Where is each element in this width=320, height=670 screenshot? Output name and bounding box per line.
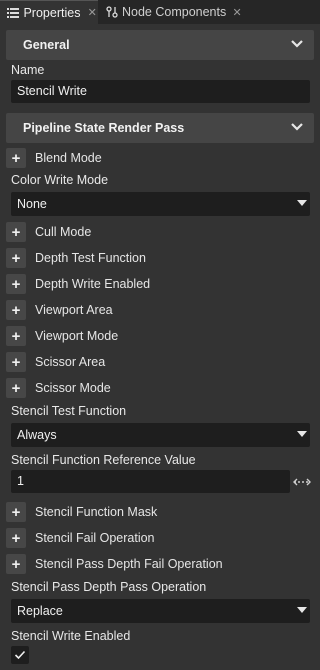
property-label: Scissor Mode (35, 381, 111, 395)
add-depth-test-function-button[interactable]: + (6, 248, 26, 268)
name-label: Name (11, 63, 45, 77)
close-icon[interactable]: ✕ (86, 7, 98, 19)
property-label: Depth Write Enabled (35, 277, 151, 291)
property-row-depth-test-function: + Depth Test Function (6, 248, 314, 268)
stencil-pass-depth-pass-label: Stencil Pass Depth Pass Operation (11, 580, 207, 594)
tab-bar: Properties ✕ Node Components ✕ (0, 0, 320, 24)
add-cull-mode-button[interactable]: + (6, 222, 26, 242)
components-icon (106, 5, 118, 19)
property-row-cull-mode: + Cull Mode (6, 222, 314, 242)
list-icon (6, 6, 19, 20)
property-row-stencil-pass-depth-fail-operation: + Stencil Pass Depth Fail Operation (6, 554, 314, 574)
drag-arrows-icon[interactable] (292, 475, 312, 489)
stencil-write-enabled-checkbox[interactable] (11, 646, 29, 664)
property-label: Blend Mode (35, 151, 102, 165)
tab-label: Node Components (122, 5, 227, 19)
property-label: Stencil Fail Operation (35, 531, 155, 545)
property-row-stencil-function-mask: + Stencil Function Mask (6, 502, 314, 522)
chevron-down-icon (291, 40, 303, 48)
add-stencil-pass-depth-fail-operation-button[interactable]: + (6, 554, 26, 574)
property-row-blend-mode: + Blend Mode (6, 148, 314, 168)
tab-label: Properties (23, 5, 81, 20)
property-row-stencil-fail-operation: + Stencil Fail Operation (6, 528, 314, 548)
color-write-mode-label: Color Write Mode (11, 173, 109, 187)
dropdown-arrow-icon (297, 431, 307, 437)
add-depth-write-enabled-button[interactable]: + (6, 274, 26, 294)
property-row-scissor-mode: + Scissor Mode (6, 378, 314, 398)
stencil-ref-value-label: Stencil Function Reference Value (11, 453, 196, 467)
property-label: Scissor Area (35, 355, 106, 369)
stencil-test-function-dropdown[interactable]: Always (11, 423, 310, 447)
add-stencil-fail-operation-button[interactable]: + (6, 528, 26, 548)
property-row-viewport-area: + Viewport Area (6, 300, 314, 320)
property-label: Viewport Area (35, 303, 113, 317)
property-row-depth-write-enabled: + Depth Write Enabled (6, 274, 314, 294)
color-write-mode-dropdown[interactable]: None (11, 192, 310, 216)
section-title: General (23, 38, 70, 52)
property-label: Depth Test Function (35, 251, 146, 265)
chevron-down-icon (291, 123, 303, 131)
add-blend-mode-button[interactable]: + (6, 148, 26, 168)
property-row-viewport-mode: + Viewport Mode (6, 326, 314, 346)
add-viewport-area-button[interactable]: + (6, 300, 26, 320)
dropdown-value: None (17, 197, 47, 211)
checkmark-icon (14, 650, 26, 660)
dropdown-value: Replace (17, 604, 63, 618)
stencil-ref-value-field[interactable]: 1 (11, 470, 290, 493)
add-stencil-function-mask-button[interactable]: + (6, 502, 26, 522)
tab-node-components[interactable]: Node Components ✕ (100, 0, 242, 24)
field-value: 1 (17, 474, 24, 488)
name-field[interactable]: Stencil Write (11, 80, 310, 103)
property-label: Viewport Mode (35, 329, 119, 343)
property-row-scissor-area: + Scissor Area (6, 352, 314, 372)
add-scissor-area-button[interactable]: + (6, 352, 26, 372)
property-label: Cull Mode (35, 225, 92, 239)
section-header-pipeline-state-render-pass[interactable]: Pipeline State Render Pass (6, 113, 314, 143)
dropdown-value: Always (17, 428, 57, 442)
add-scissor-mode-button[interactable]: + (6, 378, 26, 398)
section-header-general[interactable]: General (6, 30, 314, 60)
section-title: Pipeline State Render Pass (23, 121, 185, 135)
stencil-test-function-label: Stencil Test Function (11, 404, 127, 418)
dropdown-arrow-icon (297, 607, 307, 613)
close-icon[interactable]: ✕ (232, 6, 242, 19)
tab-properties[interactable]: Properties ✕ (0, 0, 98, 24)
stencil-write-enabled-label: Stencil Write Enabled (11, 629, 131, 643)
add-viewport-mode-button[interactable]: + (6, 326, 26, 346)
property-label: Stencil Pass Depth Fail Operation (35, 557, 223, 571)
stencil-pass-depth-pass-dropdown[interactable]: Replace (11, 599, 310, 623)
name-value: Stencil Write (17, 84, 87, 98)
dropdown-arrow-icon (297, 200, 307, 206)
property-label: Stencil Function Mask (35, 505, 158, 519)
